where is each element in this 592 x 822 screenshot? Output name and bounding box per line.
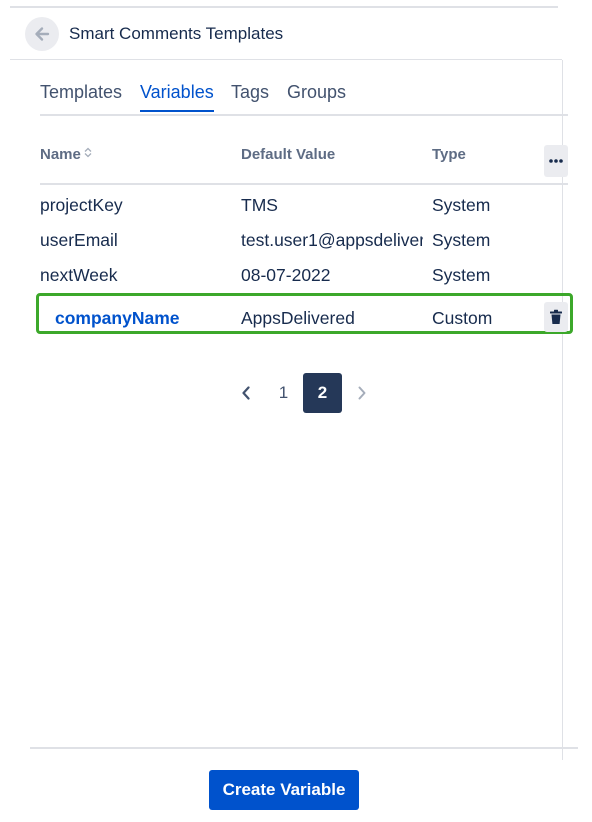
page-title: Smart Comments Templates <box>69 24 284 43</box>
variable-name-link[interactable]: companyName <box>55 308 235 329</box>
column-header-name[interactable]: Name <box>40 146 92 163</box>
tab-bar: Templates Variables Tags Groups <box>40 82 568 116</box>
back-button[interactable] <box>25 17 59 51</box>
chevron-left-icon <box>242 386 250 400</box>
column-header-type: Type <box>432 146 466 163</box>
page-button-1[interactable]: 1 <box>264 373 303 413</box>
table-row: projectKey TMS System <box>40 187 568 221</box>
variable-name: userEmail <box>40 230 118 250</box>
footer-divider <box>30 747 578 749</box>
variable-name: nextWeek <box>40 265 118 285</box>
create-variable-button[interactable]: Create Variable <box>209 770 359 810</box>
header-divider <box>10 59 562 60</box>
delete-variable-button[interactable] <box>544 302 568 332</box>
table-header-divider <box>40 183 568 185</box>
page-button-2[interactable]: 2 <box>303 373 342 413</box>
pagination: 1 2 <box>228 373 378 413</box>
tab-templates[interactable]: Templates <box>40 82 122 110</box>
variable-type: System <box>432 265 491 285</box>
tab-groups[interactable]: Groups <box>287 82 346 110</box>
next-page-button[interactable] <box>344 373 380 413</box>
page-header: Smart Comments Templates <box>10 8 562 60</box>
sort-icon <box>84 147 92 158</box>
table-row: nextWeek 08-07-2022 System <box>40 257 568 291</box>
variable-type: System <box>432 195 491 215</box>
variable-default-value: AppsDelivered <box>241 308 355 328</box>
chevron-right-icon <box>358 386 366 400</box>
previous-page-button[interactable] <box>228 373 264 413</box>
more-actions-button[interactable] <box>544 145 568 177</box>
column-header-name-label: Name <box>40 146 81 163</box>
variable-type: System <box>432 230 491 250</box>
trash-icon <box>550 309 562 324</box>
table-row-custom: companyName AppsDelivered Custom <box>40 300 568 334</box>
more-horizontal-icon <box>549 159 563 163</box>
variable-type: Custom <box>432 308 493 328</box>
tab-variables[interactable]: Variables <box>140 82 214 112</box>
tab-tags[interactable]: Tags <box>231 82 269 110</box>
column-header-default-value: Default Value <box>241 146 336 163</box>
arrow-left-icon <box>35 27 50 41</box>
variable-default-value: TMS <box>241 195 278 215</box>
variable-default-value: test.user1@appsdelivered <box>241 230 423 250</box>
table-row: userEmail test.user1@appsdelivered Syste… <box>40 222 568 256</box>
variable-name: projectKey <box>40 195 123 215</box>
variable-default-value: 08-07-2022 <box>241 265 331 285</box>
